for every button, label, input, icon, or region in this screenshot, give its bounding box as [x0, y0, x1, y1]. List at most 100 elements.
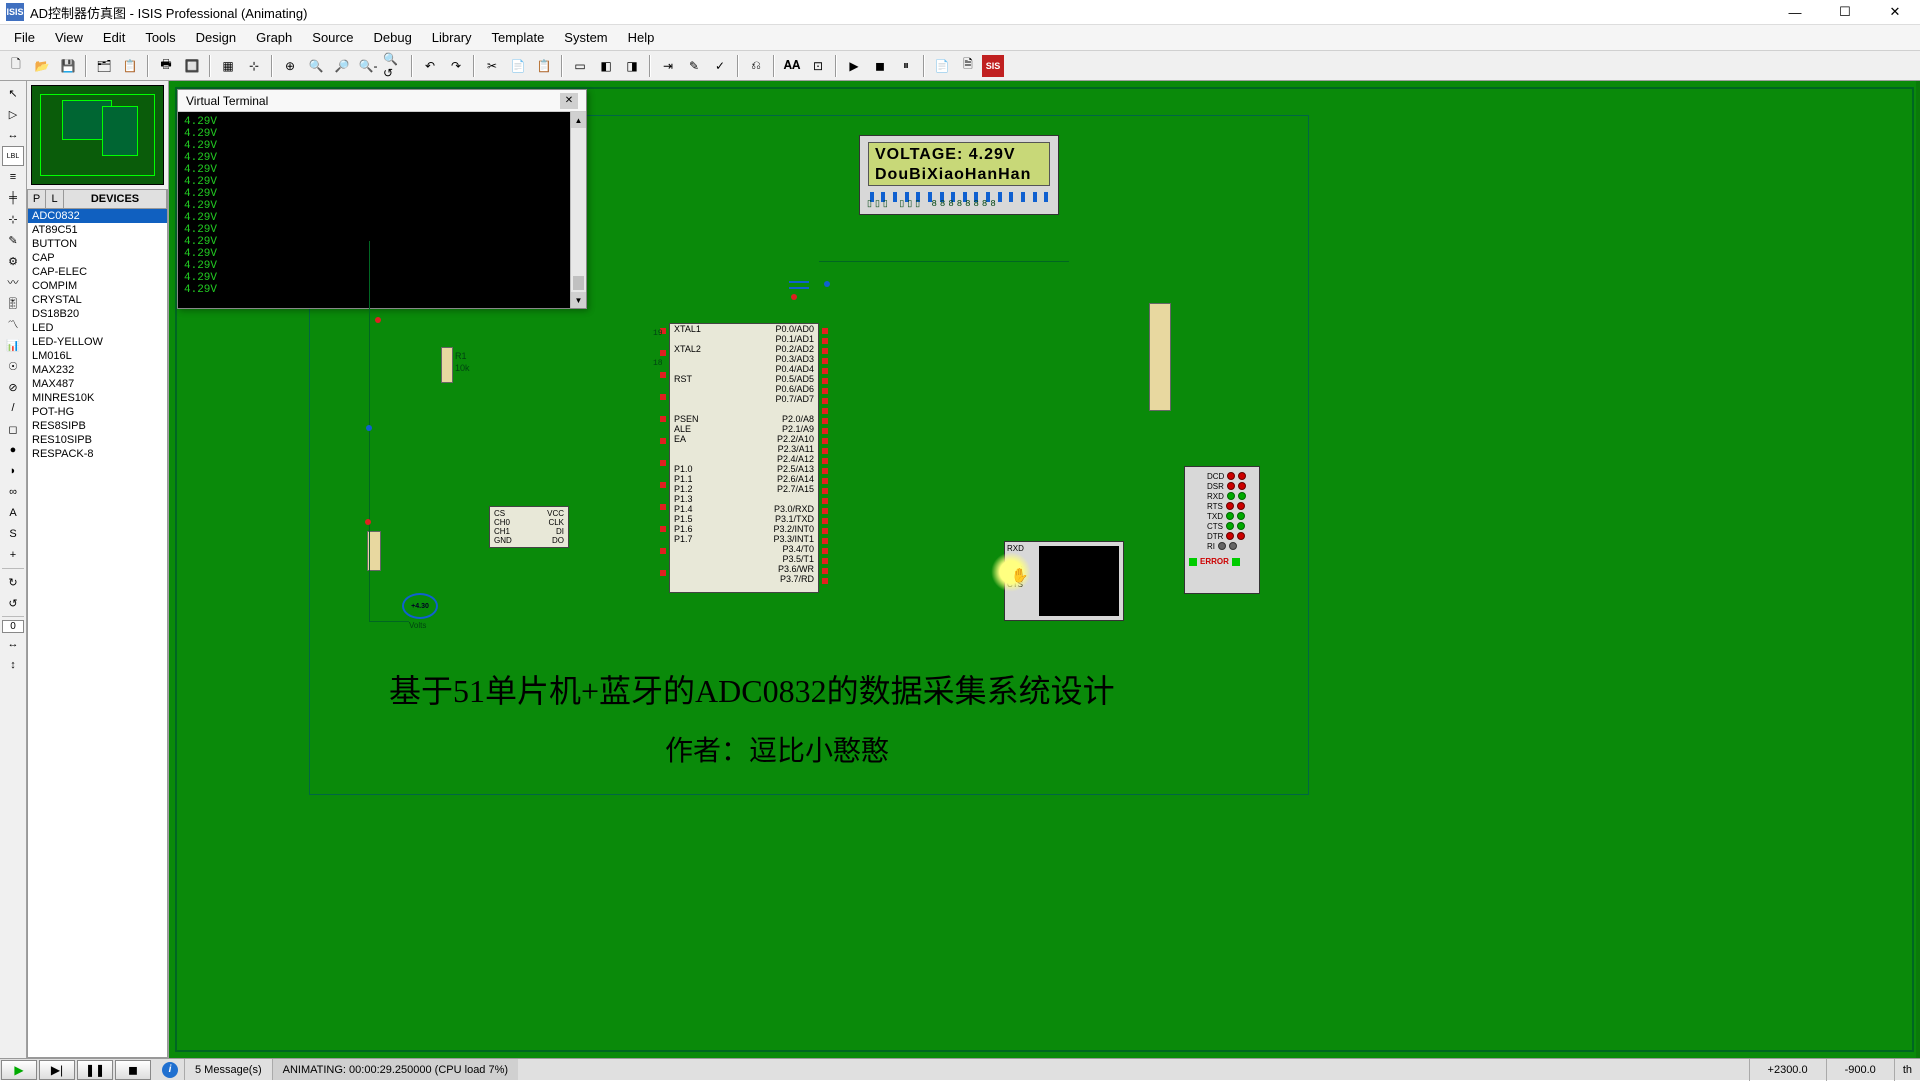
toolbar-button[interactable]: 📄 — [506, 54, 530, 78]
menu-system[interactable]: System — [554, 26, 617, 49]
menu-library[interactable]: Library — [422, 26, 482, 49]
tool-button[interactable]: 〽 — [2, 314, 24, 334]
toolbar-button[interactable]: 🖶 — [154, 54, 178, 78]
toolbar-button[interactable]: ⎌ — [744, 54, 768, 78]
device-item[interactable]: POT-HG — [28, 405, 167, 419]
tool-button[interactable]: ↕ — [2, 655, 24, 675]
step-button[interactable]: ▶| — [39, 1060, 75, 1080]
device-item[interactable]: RES8SIPB — [28, 419, 167, 433]
tool-button[interactable]: 📊 — [2, 335, 24, 355]
toolbar-button[interactable]: ⊡ — [806, 54, 830, 78]
toolbar-button[interactable]: ⊹ — [242, 54, 266, 78]
device-list[interactable]: ADC0832AT89C51BUTTONCAPCAP-ELECCOMPIMCRY… — [27, 209, 168, 1058]
toolbar-button[interactable]: 📋 — [118, 54, 142, 78]
toolbar-button[interactable]: 𝐀𝐀 — [780, 54, 804, 78]
toolbar-button[interactable]: ▦ — [216, 54, 240, 78]
device-item[interactable]: MAX487 — [28, 377, 167, 391]
vterm-close-icon[interactable]: ✕ — [560, 93, 578, 109]
rotation-input[interactable] — [2, 620, 24, 633]
menu-file[interactable]: File — [4, 26, 45, 49]
devhdr-p[interactable]: P — [28, 190, 46, 208]
tool-button[interactable]: + — [2, 545, 24, 565]
toolbar-button[interactable]: 🔍↺ — [382, 54, 406, 78]
device-item[interactable]: CRYSTAL — [28, 293, 167, 307]
tool-button[interactable]: ◻ — [2, 419, 24, 439]
tool-button[interactable]: ✎ — [2, 230, 24, 250]
toolbar-button[interactable]: ⇥ — [656, 54, 680, 78]
tool-button[interactable]: ☉ — [2, 356, 24, 376]
tool-button[interactable]: ∞ — [2, 482, 24, 502]
toolbar-button[interactable]: ↶ — [418, 54, 442, 78]
vterm-titlebar[interactable]: Virtual Terminal ✕ — [178, 90, 586, 112]
canvas-scrollbar[interactable] — [1916, 81, 1920, 1058]
menu-graph[interactable]: Graph — [246, 26, 302, 49]
device-item[interactable]: MINRES10K — [28, 391, 167, 405]
tool-button[interactable]: ↔ — [2, 125, 24, 145]
toolbar-button[interactable]: ✂ — [480, 54, 504, 78]
device-item[interactable]: CAP-ELEC — [28, 265, 167, 279]
toolbar-button[interactable]: ✎ — [682, 54, 706, 78]
device-item[interactable]: LM016L — [28, 349, 167, 363]
device-item[interactable]: RESPACK-8 — [28, 447, 167, 461]
tool-button[interactable]: ↔ — [2, 634, 24, 654]
scroll-thumb[interactable] — [573, 276, 584, 290]
device-item[interactable]: ADC0832 — [28, 209, 167, 223]
vterm-scrollbar[interactable]: ▲ ▼ — [570, 112, 586, 308]
scroll-up-icon[interactable]: ▲ — [571, 112, 586, 128]
toolbar-button[interactable]: 🔎 — [330, 54, 354, 78]
tool-button[interactable]: / — [2, 398, 24, 418]
toolbar-button[interactable]: ⏸ — [894, 54, 918, 78]
menu-help[interactable]: Help — [618, 26, 665, 49]
toolbar-button[interactable]: ▭ — [568, 54, 592, 78]
tool-button[interactable]: ◗ — [2, 461, 24, 481]
minimize-button[interactable]: — — [1770, 0, 1820, 25]
tool-button[interactable]: ▷ — [2, 104, 24, 124]
toolbar-button[interactable]: 📂 — [30, 54, 54, 78]
close-button[interactable]: ✕ — [1870, 0, 1920, 25]
maximize-button[interactable]: ☐ — [1820, 0, 1870, 25]
tool-button[interactable]: A — [2, 503, 24, 523]
tool-button[interactable]: ⊹ — [2, 209, 24, 229]
toolbar-button[interactable]: ↷ — [444, 54, 468, 78]
tool-button[interactable]: ⊘ — [2, 377, 24, 397]
device-item[interactable]: LED — [28, 321, 167, 335]
menu-source[interactable]: Source — [302, 26, 363, 49]
toolbar-button[interactable]: ◨ — [620, 54, 644, 78]
play-button[interactable]: ▶ — [1, 1060, 37, 1080]
message-count[interactable]: 5 Message(s) — [184, 1059, 272, 1080]
device-item[interactable]: COMPIM — [28, 279, 167, 293]
toolbar-button[interactable]: 🗂 — [92, 54, 116, 78]
tool-button[interactable]: S — [2, 524, 24, 544]
tool-button[interactable]: ≡ — [2, 167, 24, 187]
menu-tools[interactable]: Tools — [135, 26, 185, 49]
menu-view[interactable]: View — [45, 26, 93, 49]
toolbar-button[interactable]: ◼ — [868, 54, 892, 78]
menu-template[interactable]: Template — [482, 26, 555, 49]
tool-button[interactable]: 🎚 — [2, 293, 24, 313]
menu-design[interactable]: Design — [186, 26, 246, 49]
tool-button[interactable]: ⚙ — [2, 251, 24, 271]
toolbar-button[interactable]: ✓ — [708, 54, 732, 78]
device-item[interactable]: BUTTON — [28, 237, 167, 251]
schematic-canvas[interactable]: Virtual Terminal ✕ 4.29V4.29V4.29V4.29V4… — [169, 81, 1920, 1058]
toolbar-button[interactable]: ▶ — [842, 54, 866, 78]
toolbar-button[interactable]: 📄 — [930, 54, 954, 78]
toolbar-button[interactable]: 📋 — [532, 54, 556, 78]
toolbar-button[interactable]: 💾 — [56, 54, 80, 78]
toolbar-button[interactable]: ⊕ — [278, 54, 302, 78]
toolbar-button[interactable]: ◧ — [594, 54, 618, 78]
toolbar-button[interactable]: 🔍- — [356, 54, 380, 78]
toolbar-button[interactable]: 🔍 — [304, 54, 328, 78]
menu-edit[interactable]: Edit — [93, 26, 135, 49]
device-item[interactable]: MAX232 — [28, 363, 167, 377]
pause-button[interactable]: ❚❚ — [77, 1060, 113, 1080]
menu-debug[interactable]: Debug — [363, 26, 421, 49]
info-icon[interactable]: i — [162, 1062, 178, 1078]
toolbar-button[interactable]: 🗋 — [4, 54, 28, 78]
toolbar-button[interactable]: 🗎 — [956, 54, 980, 78]
tool-label[interactable]: LBL — [2, 146, 24, 166]
tool-button[interactable]: ↖ — [2, 83, 24, 103]
stop-button[interactable]: ◼ — [115, 1060, 151, 1080]
tool-button[interactable]: ● — [2, 440, 24, 460]
tool-button[interactable]: ↻ — [2, 572, 24, 592]
